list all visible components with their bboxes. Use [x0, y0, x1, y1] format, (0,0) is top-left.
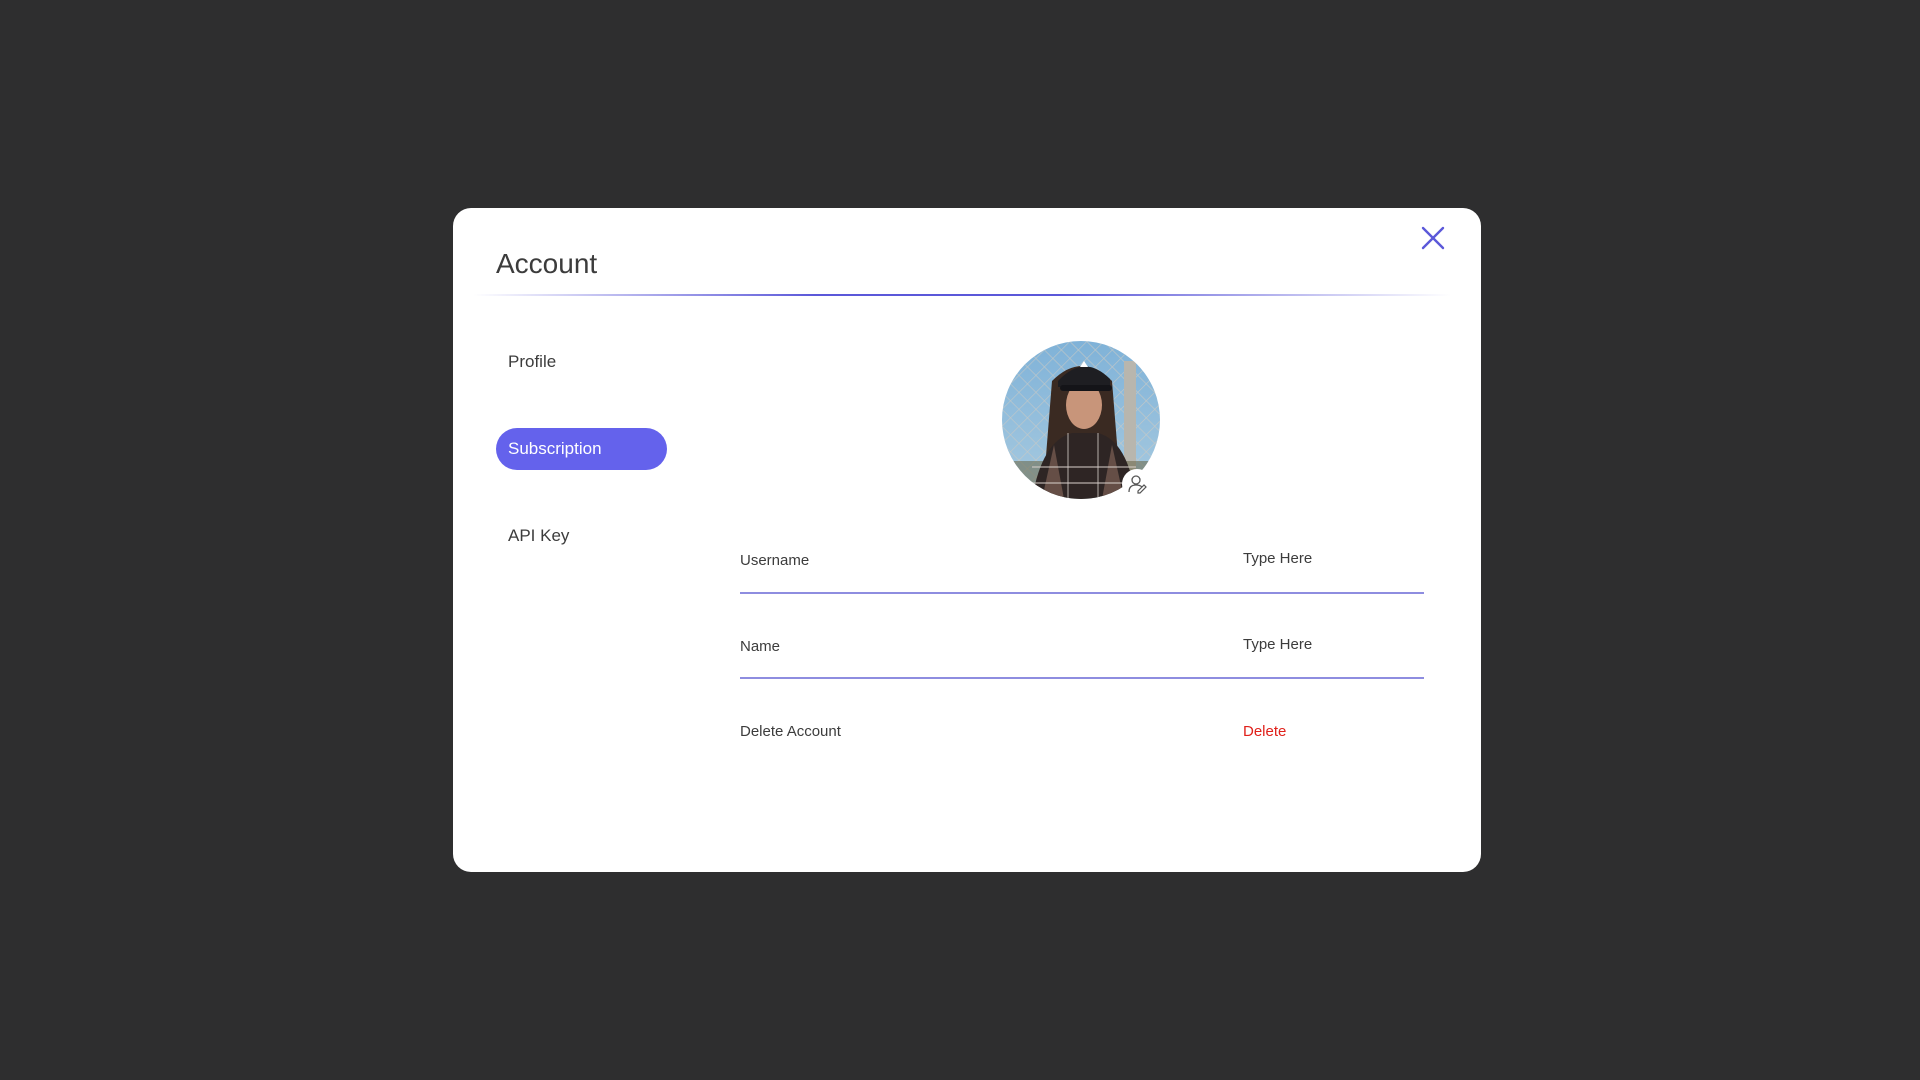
name-underline [740, 677, 1424, 679]
username-label: Username [740, 552, 810, 569]
username-underline [740, 592, 1424, 594]
modal-title: Account [496, 248, 598, 279]
sidebar-item-label: API Key [508, 526, 570, 545]
delete-button[interactable]: Delete [1243, 723, 1286, 740]
username-input[interactable] [1243, 550, 1423, 567]
user-edit-icon [1128, 475, 1147, 494]
delete-account-label: Delete Account [740, 723, 841, 740]
sidebar-item-profile[interactable]: Profile [496, 341, 667, 383]
sidebar-item-api-key[interactable]: API Key [496, 515, 667, 557]
account-modal: Account Profile Subscription API Key Use… [453, 208, 1481, 872]
sidebar-item-subscription[interactable]: Subscription [496, 428, 667, 470]
name-label: Name [740, 638, 781, 655]
change-avatar-button[interactable] [1122, 469, 1152, 499]
sidebar-item-label: Subscription [508, 439, 602, 458]
close-icon [1421, 226, 1445, 250]
sidebar-item-label: Profile [508, 352, 557, 371]
close-button[interactable] [1415, 220, 1451, 256]
title-divider [473, 294, 1451, 296]
name-input[interactable] [1243, 636, 1423, 653]
avatar-container [1002, 341, 1160, 499]
